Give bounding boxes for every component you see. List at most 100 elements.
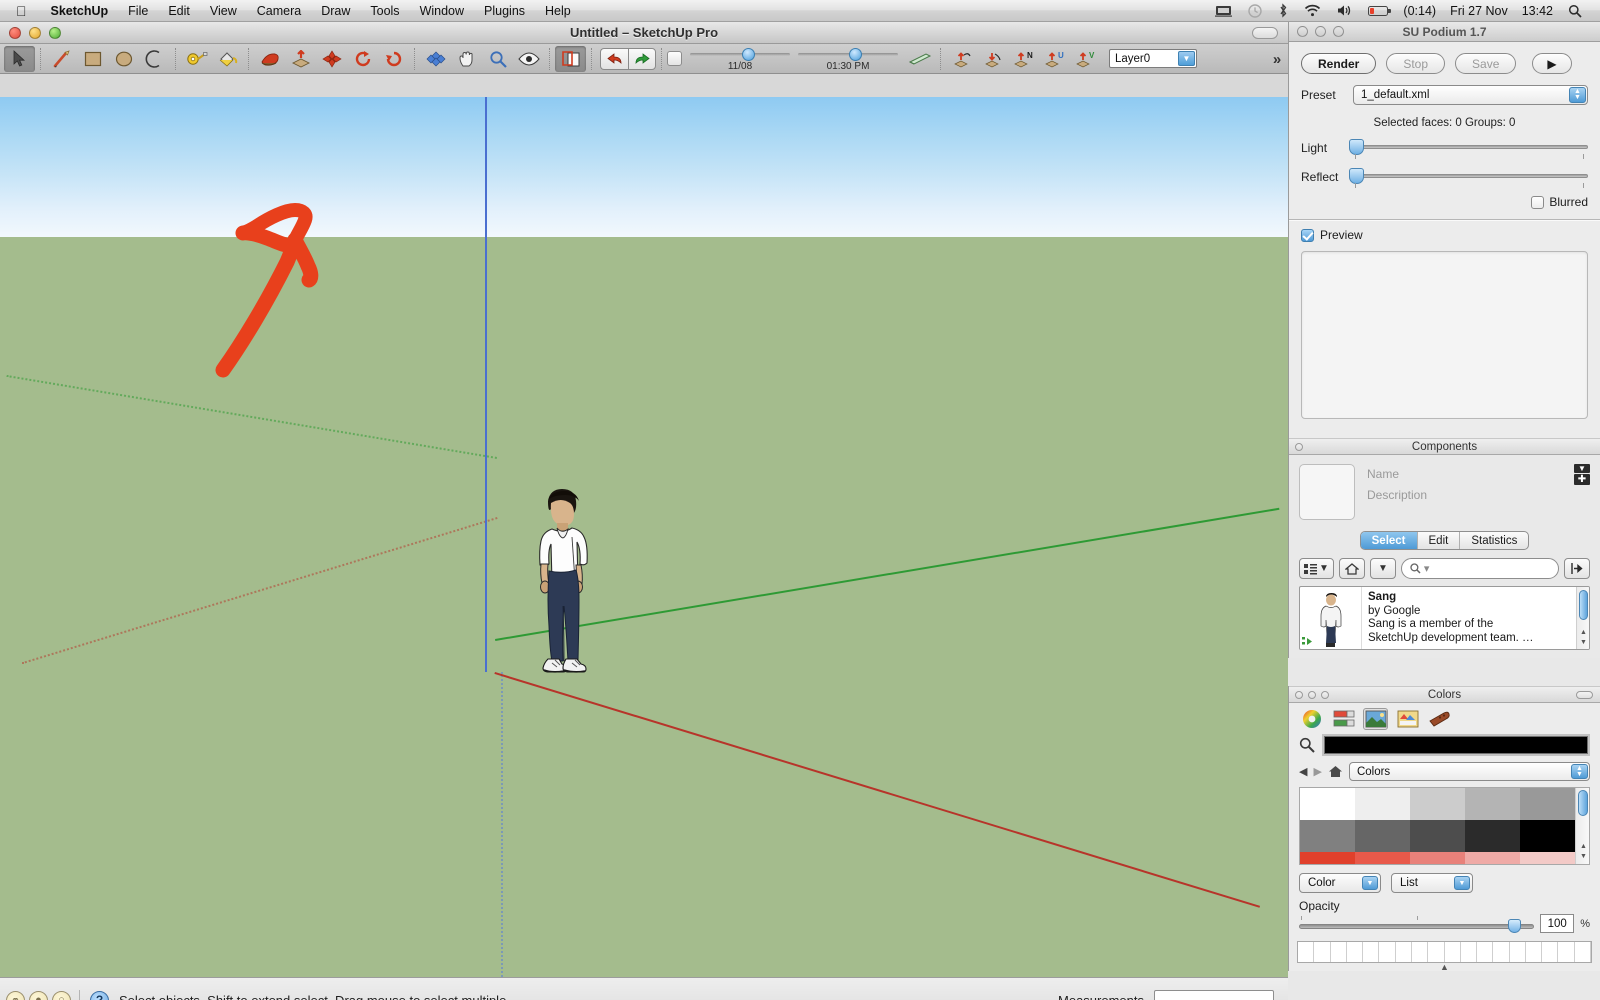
menu-draw[interactable]: Draw bbox=[311, 0, 360, 22]
chevron-down-icon[interactable]: ▼ bbox=[1378, 563, 1388, 574]
palette-dropdown[interactable]: Colors ▲ ▼ bbox=[1348, 762, 1590, 781]
shadow-date-slider[interactable]: 11/08 bbox=[690, 46, 790, 72]
preview-checkbox[interactable] bbox=[1301, 228, 1314, 242]
components-panel-header[interactable]: Components bbox=[1289, 438, 1600, 455]
swatch-scrollbar[interactable]: ▲ ▼ bbox=[1575, 788, 1589, 864]
reflect-slider[interactable] bbox=[1349, 167, 1588, 188]
move-tool-button[interactable] bbox=[316, 46, 347, 72]
toolbar-overflow-button[interactable]: » bbox=[1268, 48, 1286, 70]
chevron-down-icon[interactable]: ▼ bbox=[1178, 51, 1195, 66]
measurements-input[interactable] bbox=[1154, 990, 1274, 1000]
swatch[interactable] bbox=[1465, 788, 1520, 820]
chevron-down-icon[interactable]: ▼ bbox=[1319, 563, 1329, 574]
toolbar-toggle-button[interactable] bbox=[1252, 27, 1278, 39]
favorite-swatch[interactable] bbox=[1493, 942, 1510, 962]
swatch[interactable] bbox=[1520, 852, 1575, 864]
blurred-checkbox-row[interactable]: Blurred bbox=[1301, 195, 1588, 209]
favorite-swatch[interactable] bbox=[1298, 942, 1315, 962]
swatch[interactable] bbox=[1300, 852, 1355, 864]
favorite-swatch[interactable] bbox=[1575, 942, 1591, 962]
volume-icon[interactable] bbox=[1329, 0, 1360, 22]
color-sliders-icon[interactable] bbox=[1331, 708, 1356, 730]
blurred-checkbox[interactable] bbox=[1531, 195, 1545, 209]
chevron-updown-icon[interactable]: ▲ ▼ bbox=[1571, 764, 1588, 779]
colors-close-button[interactable] bbox=[1295, 690, 1303, 699]
swatch[interactable] bbox=[1410, 852, 1465, 864]
favorite-swatch[interactable] bbox=[1363, 942, 1380, 962]
favorite-swatch[interactable] bbox=[1314, 942, 1331, 962]
sang-component-model[interactable] bbox=[528, 487, 594, 682]
follow-me-tool-button[interactable] bbox=[378, 46, 409, 72]
menu-file[interactable]: File bbox=[118, 0, 158, 22]
favorite-swatch[interactable] bbox=[1526, 942, 1543, 962]
current-color-swatch[interactable] bbox=[1322, 734, 1590, 756]
view-mode-dropdown[interactable]: List ▼ bbox=[1391, 873, 1473, 893]
swatch[interactable] bbox=[1355, 788, 1410, 820]
colors-zoom-button[interactable] bbox=[1321, 690, 1329, 699]
favorite-swatch[interactable] bbox=[1331, 942, 1347, 962]
swatch[interactable] bbox=[1300, 788, 1355, 820]
palette-back-icon[interactable]: ◀ bbox=[1299, 765, 1307, 778]
view-options-button[interactable]: ▼ bbox=[1299, 558, 1334, 579]
favorite-swatch[interactable] bbox=[1379, 942, 1396, 962]
swatch[interactable] bbox=[1520, 820, 1575, 852]
collapse-icon[interactable]: ▼ bbox=[1574, 464, 1590, 473]
menu-tools[interactable]: Tools bbox=[360, 0, 409, 22]
geo-location-icon[interactable]: ⚭ bbox=[6, 990, 25, 1000]
components-list[interactable]: Sang by Google Sang is a member of the S… bbox=[1299, 586, 1590, 650]
orbit-tool-button[interactable] bbox=[420, 46, 451, 72]
search-icon[interactable] bbox=[1299, 737, 1315, 753]
swatch[interactable] bbox=[1355, 852, 1410, 864]
menu-view[interactable]: View bbox=[200, 0, 247, 22]
opacity-slider[interactable] bbox=[1299, 915, 1535, 933]
chevron-updown-icon[interactable]: ▲ ▼ bbox=[1569, 87, 1586, 103]
collection-dropdown-button[interactable]: ▼ bbox=[1369, 558, 1396, 579]
open-in-browser-button[interactable] bbox=[1564, 558, 1590, 579]
chevron-down-icon[interactable]: ▼ bbox=[1362, 876, 1378, 890]
save-button[interactable]: Save bbox=[1455, 53, 1517, 74]
time-machine-icon[interactable] bbox=[1240, 0, 1270, 22]
components-search-input[interactable]: ▾ bbox=[1400, 558, 1559, 579]
favorite-swatch[interactable] bbox=[1510, 942, 1526, 962]
palette-forward-icon[interactable]: ▶ bbox=[1313, 765, 1321, 778]
components-list-scrollbar[interactable]: ▲ ▼ bbox=[1576, 587, 1589, 649]
favorite-swatch[interactable] bbox=[1347, 942, 1364, 962]
favorite-swatch[interactable] bbox=[1542, 942, 1559, 962]
paint-bucket-tool-button[interactable] bbox=[212, 46, 243, 72]
podium-titlebar[interactable]: SU Podium 1.7 bbox=[1289, 22, 1600, 42]
tab-edit[interactable]: Edit bbox=[1418, 532, 1461, 549]
layer-u-icon[interactable]: U bbox=[1039, 46, 1070, 72]
search-chevron-icon[interactable]: ▾ bbox=[1424, 562, 1430, 575]
section-display-icon[interactable] bbox=[904, 46, 935, 72]
rotate-tool-button[interactable] bbox=[347, 46, 378, 72]
menu-plugins[interactable]: Plugins bbox=[474, 0, 535, 22]
model-viewport[interactable] bbox=[0, 97, 1288, 977]
favorite-swatch-strip[interactable] bbox=[1297, 941, 1592, 963]
opacity-value-input[interactable]: 100 bbox=[1540, 914, 1575, 933]
layer-select-dropdown[interactable]: Layer0 ▼ bbox=[1109, 49, 1197, 68]
shadow-toggle-checkbox[interactable] bbox=[667, 51, 682, 66]
help-icon[interactable]: ? bbox=[90, 990, 109, 1000]
bluetooth-icon[interactable] bbox=[1270, 0, 1296, 22]
pan-tool-button[interactable] bbox=[451, 46, 482, 72]
home-collection-button[interactable] bbox=[1338, 558, 1365, 579]
tab-statistics[interactable]: Statistics bbox=[1460, 532, 1528, 549]
image-palettes-icon[interactable] bbox=[1395, 708, 1420, 730]
line-tool-button[interactable] bbox=[46, 46, 77, 72]
swatch[interactable] bbox=[1465, 820, 1520, 852]
favorite-swatch[interactable] bbox=[1477, 942, 1494, 962]
colors-panel-header[interactable]: Colors bbox=[1289, 686, 1600, 703]
color-swatch-grid[interactable]: ▲ ▼ bbox=[1299, 787, 1590, 865]
chevron-down-icon[interactable]: ▼ bbox=[1454, 876, 1470, 890]
favorite-swatch[interactable] bbox=[1445, 942, 1461, 962]
display-icon[interactable] bbox=[1207, 0, 1240, 22]
rectangle-tool-button[interactable] bbox=[77, 46, 108, 72]
swatch[interactable] bbox=[1355, 820, 1410, 852]
color-mode-dropdown[interactable]: Color ▼ bbox=[1299, 873, 1381, 893]
layer-unlink-icon[interactable] bbox=[977, 46, 1008, 72]
favorite-swatch[interactable] bbox=[1396, 942, 1412, 962]
favorite-swatch[interactable] bbox=[1461, 942, 1478, 962]
eraser-tool-button[interactable] bbox=[254, 46, 285, 72]
menu-help[interactable]: Help bbox=[535, 0, 581, 22]
layer-n-icon[interactable]: N bbox=[1008, 46, 1039, 72]
